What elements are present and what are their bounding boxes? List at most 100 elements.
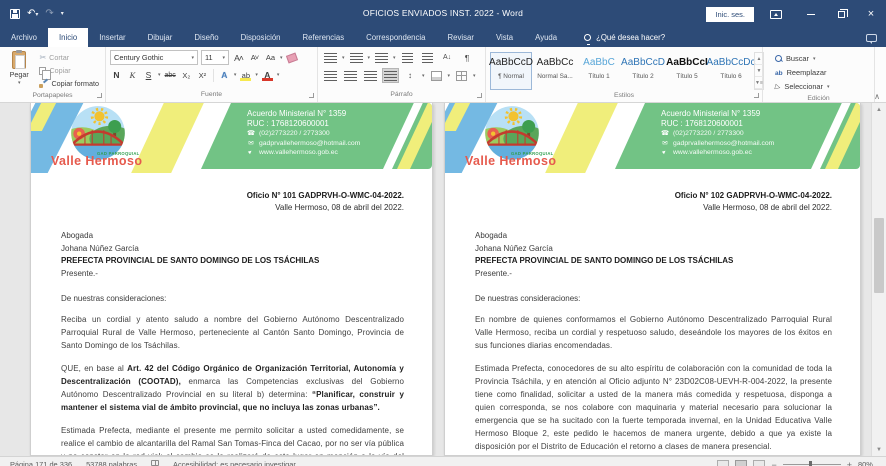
change-case-button[interactable] [264, 51, 277, 65]
word-count[interactable]: 53788 palabras [86, 460, 137, 466]
format-painter-button[interactable]: Copiar formato [37, 77, 101, 90]
strikethrough-button[interactable] [164, 68, 177, 82]
style--normal[interactable]: AaBbCcD¶ Normal [490, 52, 532, 90]
page-indicator[interactable]: Página 171 de 336 [10, 460, 72, 466]
style-t-tulo-5[interactable]: AaBbCcITítulo 5 [666, 52, 708, 90]
tab-correspondencia[interactable]: Correspondencia [355, 28, 436, 47]
tell-me-box[interactable]: ¿Qué desea hacer? [584, 28, 665, 47]
borders-button[interactable] [453, 68, 470, 83]
proofing-status[interactable] [151, 460, 159, 466]
bullets-button[interactable] [322, 50, 339, 65]
font-group: Century Gothic▾ 11▾ ▾ ▾ [106, 47, 318, 102]
recipient-line: Johana Núñez García [475, 243, 830, 256]
replace-button[interactable]: Reemplazar [775, 66, 830, 79]
font-color-button[interactable] [261, 68, 274, 82]
letter-body: Reciba un cordial y atento saludo a nomb… [31, 313, 432, 456]
tab-ayuda[interactable]: Ayuda [524, 28, 568, 47]
paragraph-group: ▾ ▾ ▾ ▾ ▾ ▾ [318, 47, 486, 102]
highlight-button[interactable] [239, 68, 252, 82]
style-t-tulo-1[interactable]: AaBbCTítulo 1 [578, 52, 620, 90]
window-title: OFICIOS ENVIADOS INST. 2022 - Word [363, 8, 523, 18]
zoom-slider[interactable] [783, 464, 841, 465]
style-t-tulo-6[interactable]: AaBbCcDcTítulo 6 [710, 52, 752, 90]
shading-button[interactable] [428, 68, 445, 83]
select-button[interactable]: Seleccionar▾ [775, 80, 830, 93]
scroll-down-icon[interactable]: ▼ [872, 443, 886, 456]
grow-font-button[interactable] [232, 51, 245, 65]
scroll-up-icon[interactable]: ▲ [872, 103, 886, 116]
style-normal-sa-[interactable]: AaBbCcNormal Sa... [534, 52, 576, 90]
font-family-select[interactable]: Century Gothic▾ [110, 50, 198, 65]
document-page-1[interactable]: Acuerdo Ministerial N° 1359 RUC : 176812… [30, 103, 433, 456]
increase-indent-button[interactable] [419, 50, 436, 65]
zoom-out-icon[interactable]: − [771, 461, 776, 466]
tab-archivo[interactable]: Archivo [0, 28, 48, 47]
body-paragraph: Estimada Prefecta, conocedores de su alt… [475, 362, 832, 453]
text-effects-button[interactable] [218, 68, 231, 82]
paste-button[interactable]: Pegar ▾ [4, 50, 34, 90]
comments-icon[interactable] [866, 34, 877, 42]
read-mode-button[interactable] [717, 460, 729, 466]
justify-button[interactable] [382, 68, 399, 83]
clear-formatting-button[interactable] [286, 51, 299, 65]
save-icon[interactable] [10, 9, 20, 19]
tab-referencias[interactable]: Referencias [292, 28, 356, 47]
oficio-heading: Oficio N° 102 GADPRVH-O-WMC-04-2022. Val… [445, 190, 832, 214]
copy-button[interactable]: Copiar [37, 64, 101, 77]
print-layout-button[interactable] [735, 460, 747, 466]
tab-dibujar[interactable]: Dibujar [137, 28, 184, 47]
underline-button[interactable] [142, 68, 155, 82]
numbering-button[interactable] [348, 50, 365, 65]
italic-button[interactable] [126, 68, 139, 82]
sort-button[interactable] [439, 50, 456, 65]
tab-insertar[interactable]: Insertar [88, 28, 136, 47]
restore-button[interactable] [826, 0, 856, 28]
show-formatting-button[interactable] [459, 50, 476, 65]
paragraph-dialog-launcher[interactable] [477, 93, 482, 98]
style-t-tulo-2[interactable]: AaBbCcDTítulo 2 [622, 52, 664, 90]
superscript-button[interactable] [196, 68, 209, 82]
align-right-button[interactable] [362, 68, 379, 83]
find-button[interactable]: Buscar▾ [775, 52, 830, 65]
clipboard-dialog-launcher[interactable] [97, 93, 102, 98]
recipient-block: AbogadaJohana Núñez GarcíaPREFECTA PROVI… [475, 230, 830, 280]
oficio-number: Oficio N° 102 GADPRVH-O-WMC-04-2022. [445, 190, 832, 202]
bold-button[interactable] [110, 68, 123, 82]
style-name: Título 5 [676, 73, 697, 80]
line-spacing-button[interactable] [402, 68, 419, 83]
ribbon-display-options-icon[interactable] [770, 10, 782, 19]
zoom-in-icon[interactable]: + [847, 461, 852, 466]
tab-diseno[interactable]: Diseño [183, 28, 229, 47]
tab-vista[interactable]: Vista [485, 28, 524, 47]
scrollbar-thumb[interactable] [874, 218, 884, 293]
styles-dialog-launcher[interactable] [754, 93, 759, 98]
cut-button[interactable]: Cortar [37, 51, 101, 64]
cursor-arrow-icon [775, 82, 780, 91]
web-layout-button[interactable] [753, 460, 765, 466]
document-canvas[interactable]: Acuerdo Ministerial N° 1359 RUC : 176812… [0, 103, 886, 456]
multilevel-list-button[interactable] [373, 50, 390, 65]
undo-icon[interactable]: ↶▾ [27, 9, 38, 20]
accessibility-status[interactable]: Accesibilidad: es necesario investigar [173, 460, 296, 466]
shrink-font-button[interactable] [248, 51, 261, 65]
customize-qat-icon[interactable]: ▾ [61, 9, 64, 19]
zoom-level[interactable]: 80% [858, 460, 876, 466]
letter-body: En nombre de quienes conformamos el Gobi… [445, 313, 860, 456]
font-dialog-launcher[interactable] [309, 93, 314, 98]
collapse-ribbon-icon[interactable]: ∧ [874, 92, 880, 101]
sign-in-button[interactable]: Inic. ses. [706, 7, 754, 22]
align-center-button[interactable] [342, 68, 359, 83]
tab-revisar[interactable]: Revisar [437, 28, 485, 47]
letterhead-banner: Acuerdo Ministerial N° 1359 RUC : 176812… [201, 103, 432, 169]
tab-inicio[interactable]: Inicio [48, 28, 88, 47]
decrease-indent-button[interactable] [399, 50, 416, 65]
document-page-2[interactable]: Acuerdo Ministerial N° 1359 RUC : 176812… [444, 103, 861, 456]
zoom-slider-thumb[interactable] [809, 461, 812, 466]
vertical-scrollbar[interactable]: ▲ ▼ [871, 103, 886, 456]
tab-disposicion[interactable]: Disposición [230, 28, 292, 47]
close-button[interactable]: × [856, 0, 886, 28]
align-left-button[interactable] [322, 68, 339, 83]
subscript-button[interactable] [180, 68, 193, 82]
minimize-button[interactable] [796, 0, 826, 28]
font-size-select[interactable]: 11▾ [201, 50, 229, 65]
